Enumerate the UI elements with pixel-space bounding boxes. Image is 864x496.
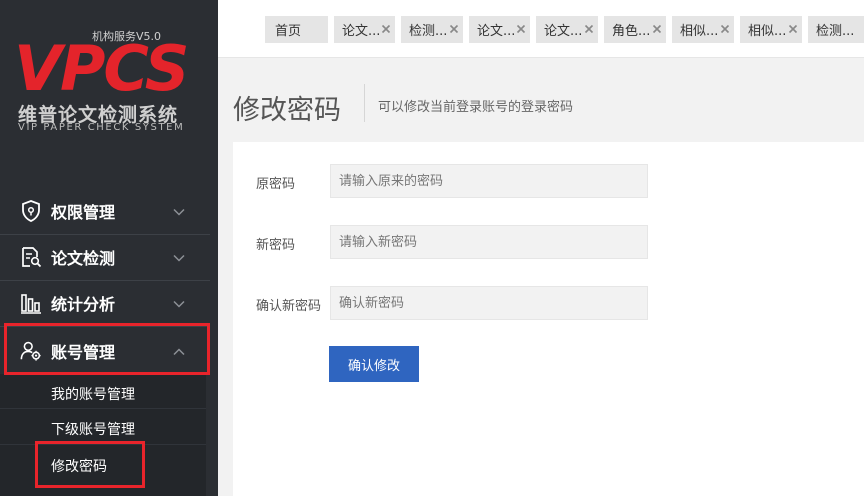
tab-label: 论文... <box>477 24 516 39</box>
tab-label: 论文... <box>342 24 381 39</box>
tab-similar-2[interactable]: 相似... <box>740 16 802 43</box>
tab-label: 检测... <box>409 24 448 39</box>
title-divider <box>364 84 365 122</box>
old-password-label: 原密码 <box>256 177 296 192</box>
highlight-box-account <box>4 323 210 375</box>
tab-label: 论文... <box>544 24 583 39</box>
tab-similar-1[interactable]: 相似... <box>672 16 734 43</box>
page-title: 修改密码 <box>233 95 341 126</box>
chevron-down-icon <box>172 250 186 264</box>
logo-name-en: VIP PAPER CHECK SYSTEM <box>18 122 185 133</box>
logo: 机构服务V5.0 VPCS 维普论文检测系统 VIP PAPER CHECK S… <box>0 0 218 160</box>
tab-paper-3[interactable]: 论文... <box>536 16 598 43</box>
bar-chart-icon <box>20 292 42 314</box>
submenu-item-sub-accounts[interactable]: 下级账号管理 <box>51 419 135 439</box>
tab-paper-2[interactable]: 论文... <box>469 16 530 43</box>
sidebar-item-label: 论文检测 <box>51 249 116 268</box>
close-icon[interactable] <box>515 23 527 35</box>
sidebar-item-paper-check[interactable]: 论文检测 <box>0 234 218 280</box>
tab-check-2[interactable]: 检测... <box>808 16 864 43</box>
chevron-down-icon <box>172 204 186 218</box>
tab-home[interactable]: 首页 <box>265 16 328 43</box>
sidebar-item-statistics[interactable]: 统计分析 <box>0 280 218 326</box>
old-password-field[interactable] <box>330 164 648 198</box>
close-icon[interactable] <box>583 23 595 35</box>
tab-paper-1[interactable]: 论文... <box>334 16 395 43</box>
tab-check-1[interactable]: 检测... <box>401 16 463 43</box>
tab-role[interactable]: 角色... <box>604 16 666 43</box>
highlight-box-change-password <box>35 441 145 488</box>
tab-label: 相似... <box>680 24 719 39</box>
close-icon[interactable] <box>380 23 392 35</box>
submenu-divider <box>0 408 206 409</box>
sidebar-item-label: 统计分析 <box>51 295 116 314</box>
document-search-icon <box>20 246 42 268</box>
close-icon[interactable] <box>651 23 663 35</box>
tab-label: 角色... <box>612 24 651 39</box>
page-description: 可以修改当前登录账号的登录密码 <box>378 100 574 115</box>
sidebar-item-permissions[interactable]: 权限管理 <box>0 188 218 234</box>
shield-icon <box>20 200 42 222</box>
sidebar: 机构服务V5.0 VPCS 维普论文检测系统 VIP PAPER CHECK S… <box>0 0 218 496</box>
close-icon[interactable] <box>719 23 731 35</box>
chevron-down-icon <box>172 296 186 310</box>
close-icon[interactable] <box>787 23 799 35</box>
confirm-change-button[interactable]: 确认修改 <box>329 346 419 382</box>
submenu-item-my-account[interactable]: 我的账号管理 <box>51 384 135 404</box>
tab-label: 首页 <box>275 24 302 39</box>
confirm-password-label: 确认新密码 <box>256 299 322 314</box>
close-icon[interactable] <box>448 23 460 35</box>
logo-mark: VPCS <box>14 32 189 105</box>
confirm-password-field[interactable] <box>330 286 648 320</box>
tab-label: 相似... <box>748 24 787 39</box>
new-password-field[interactable] <box>330 225 648 259</box>
sidebar-item-label: 权限管理 <box>51 203 116 222</box>
tab-label: 检测... <box>816 24 855 39</box>
new-password-label: 新密码 <box>256 238 296 253</box>
